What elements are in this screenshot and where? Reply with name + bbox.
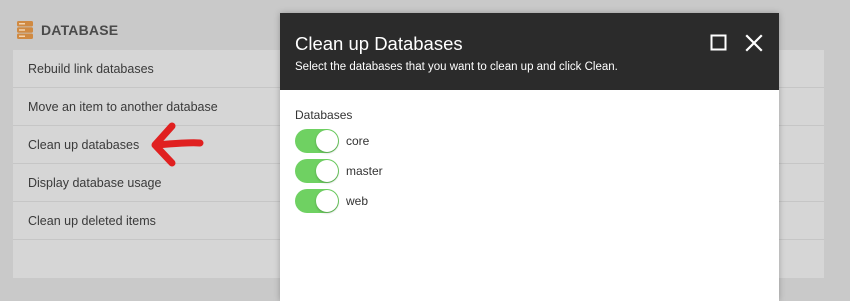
database-row-master: master [295,156,779,186]
dialog-title: Clean up Databases [295,33,463,54]
database-section-header: DATABASE [16,18,118,42]
web-label: web [346,194,369,208]
database-row-web: web [295,186,779,216]
toggle-knob [316,130,338,152]
core-toggle[interactable] [295,129,339,153]
databases-group-label: Databases [295,108,353,122]
web-toggle[interactable] [295,189,339,213]
master-toggle[interactable] [295,159,339,183]
dialog-header: Clean up Databases Select the databases … [280,13,779,90]
toggle-knob [316,160,338,182]
maximize-icon[interactable] [710,34,727,51]
master-label: master [346,164,383,178]
section-title: DATABASE [41,22,119,38]
dialog-body: Databases core master web [280,90,779,216]
red-arrow-icon [151,122,204,167]
database-row-core: core [295,126,779,156]
toggle-knob [316,190,338,212]
dialog-subtitle: Select the databases that you want to cl… [295,61,618,73]
close-icon[interactable] [744,33,764,53]
database-icon [17,21,33,39]
core-label: core [346,134,370,148]
clean-up-databases-dialog: Clean up Databases Select the databases … [280,13,779,301]
